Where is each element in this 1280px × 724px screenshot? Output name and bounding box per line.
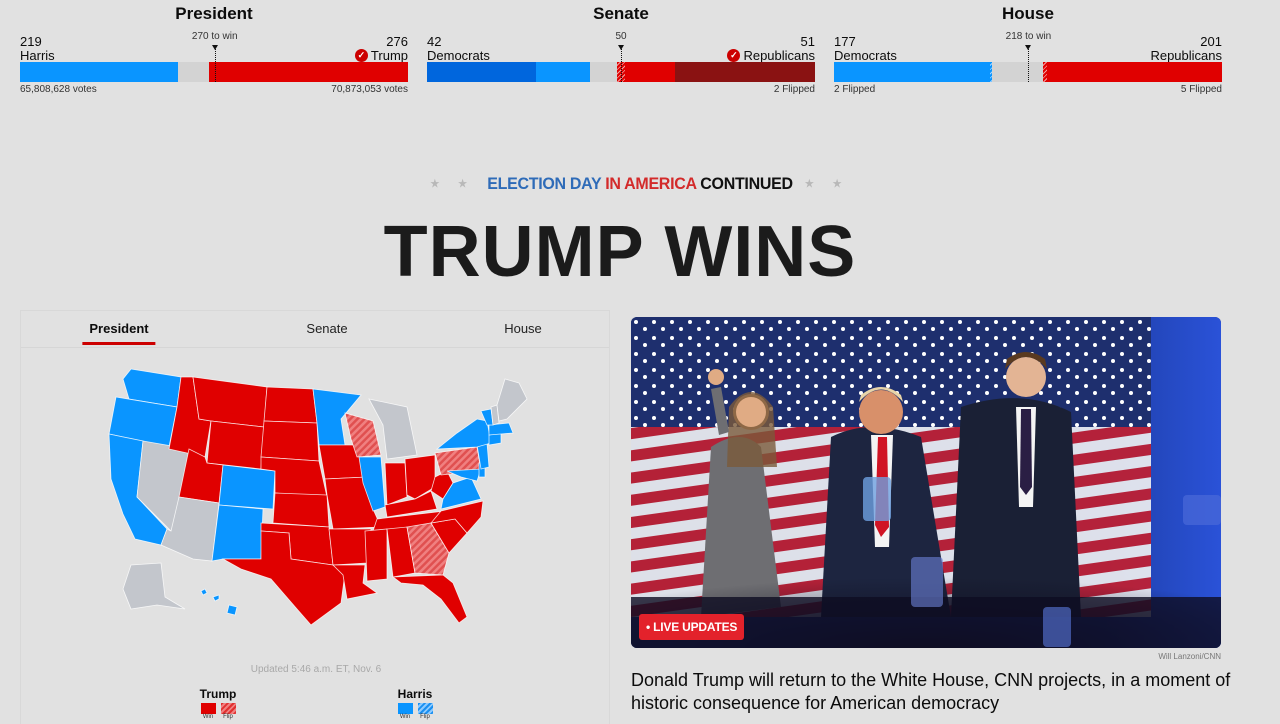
kicker-part-continued: CONTINUED xyxy=(700,175,793,194)
left-footnote: 2 Flipped xyxy=(834,84,876,95)
left-seat-count: 219 xyxy=(20,34,42,49)
bar-segment-undecided xyxy=(178,62,209,82)
threshold-marker xyxy=(618,45,624,82)
winner-check-icon: ✓ xyxy=(727,49,741,62)
legend-trump: Trump Win Flip xyxy=(188,687,248,720)
race-senate[interactable]: Senate 42 Democrats 50 51 ✓ Republicans 2 Flipp… xyxy=(427,0,815,96)
state-SD[interactable] xyxy=(260,420,320,462)
seat-bar xyxy=(834,45,1222,82)
left-party-name: Harris xyxy=(20,48,55,63)
legend-harris-win-label: Win xyxy=(399,714,411,720)
state-AR[interactable] xyxy=(328,528,372,566)
race-president[interactable]: President 219 Harris 270 to win 276 ✓ Trump 65,… xyxy=(20,0,408,96)
bar-segment-rep_hold xyxy=(675,62,815,82)
threshold-label: 218 to win xyxy=(1005,31,1052,42)
bar-segment-rep xyxy=(1047,62,1222,82)
legend-harris: Harris Win Flip xyxy=(385,687,445,720)
state-HI[interactable] xyxy=(200,588,238,616)
bar-segment-dem xyxy=(535,62,590,82)
legend-trump-flip-label: Flip xyxy=(223,714,233,720)
legend-trump-name: Trump xyxy=(199,687,237,701)
bar-segment-dem xyxy=(20,62,178,82)
right-party-name: Trump xyxy=(370,48,408,63)
state-IN[interactable] xyxy=(384,462,408,506)
legend-harris-win-swatch xyxy=(397,703,413,714)
race-tabs: President Senate House xyxy=(21,311,609,348)
hero-photo[interactable]: • LIVE UPDATES xyxy=(631,317,1221,648)
seat-bar xyxy=(427,45,815,82)
bar-segment-rep xyxy=(208,62,408,82)
right-party-name: Republicans xyxy=(743,48,815,63)
state-FL[interactable] xyxy=(391,574,468,624)
stars-icon: ★ ★ xyxy=(804,178,850,191)
story-headline-link[interactable]: Donald Trump will return to the White Ho… xyxy=(631,669,1231,715)
state-MS[interactable] xyxy=(364,528,388,582)
tab-house[interactable]: House xyxy=(504,321,542,336)
rally-photo-illustration xyxy=(631,317,1221,648)
winner-check-icon: ✓ xyxy=(354,49,368,62)
state-WY[interactable] xyxy=(206,420,265,470)
left-party-name: Democrats xyxy=(834,48,897,63)
right-footnote: 70,873,053 votes xyxy=(331,84,408,95)
election-results-page: President 219 Harris 270 to win 276 ✓ Trump 65,… xyxy=(0,0,1280,724)
legend-trump-win-swatch xyxy=(200,703,216,714)
map-updated-timestamp: Updated 5:46 a.m. ET, Nov. 6 xyxy=(250,664,382,675)
right-party-name-wrap: ✓ Republicans xyxy=(727,49,815,62)
threshold-marker xyxy=(1025,45,1032,82)
state-KS[interactable] xyxy=(272,492,330,528)
legend-harris-flip-swatch xyxy=(417,703,433,714)
right-seat-count: 201 xyxy=(1200,34,1222,49)
bar-segment-undecided xyxy=(992,62,1043,82)
legend-harris-name: Harris xyxy=(397,687,433,701)
tab-president[interactable]: President xyxy=(82,321,156,345)
right-footnote: 5 Flipped xyxy=(1180,84,1222,95)
race-house[interactable]: House 177 Democrats 218 to win 201 Republican… xyxy=(834,0,1222,96)
state-ME[interactable] xyxy=(496,378,528,422)
bar-segment-dem_hold xyxy=(427,62,536,82)
threshold-label: 270 to win xyxy=(191,31,238,42)
right-party-name: Republicans xyxy=(1150,48,1222,63)
race-title: House xyxy=(1002,4,1054,23)
kicker-part-election-day: ELECTION DAY xyxy=(487,175,602,194)
kicker-part-in-america: IN AMERICA xyxy=(605,175,697,194)
race-title: President xyxy=(175,4,253,23)
state-AK[interactable] xyxy=(122,562,186,610)
section-kicker[interactable]: ★ ★ ELECTION DAY IN AMERICA CONTINUED ★ … xyxy=(0,176,1280,195)
right-party-name-wrap: ✓ Trump xyxy=(354,48,408,63)
right-seat-count: 51 xyxy=(800,34,815,49)
legend-trump-win-label: Win xyxy=(202,714,214,720)
bar-segment-rep xyxy=(624,62,676,82)
legend-harris-flip-label: Flip xyxy=(420,714,430,720)
state-MT[interactable] xyxy=(192,376,268,428)
live-updates-badge[interactable]: • LIVE UPDATES xyxy=(639,614,745,640)
legend-trump-flip-swatch xyxy=(220,703,236,714)
photo-credit: Will Lanzoni/CNN xyxy=(1158,652,1221,661)
us-electoral-map[interactable] xyxy=(101,359,541,629)
threshold-marker xyxy=(211,45,218,82)
threshold-label: 50 xyxy=(615,31,627,42)
state-ND[interactable] xyxy=(263,386,318,424)
left-footnote: 65,808,628 votes xyxy=(20,84,97,95)
left-seat-count: 177 xyxy=(834,34,856,49)
election-map-panel: President Senate House Updated 5:46 a.m.… xyxy=(20,310,610,724)
race-title: Senate xyxy=(593,4,649,23)
left-seat-count: 42 xyxy=(427,34,442,49)
left-party-name: Democrats xyxy=(427,48,490,63)
bar-segment-dem xyxy=(834,62,991,82)
right-party-name-wrap: Republicans xyxy=(1150,49,1222,62)
right-seat-count: 276 xyxy=(386,34,408,49)
state-CO[interactable] xyxy=(218,464,276,510)
stars-icon: ★ ★ xyxy=(430,178,476,191)
state-NM[interactable] xyxy=(211,504,264,562)
state-NY[interactable] xyxy=(435,418,492,450)
right-footnote: 2 Flipped xyxy=(773,84,815,95)
tab-senate[interactable]: Senate xyxy=(306,321,347,336)
page-headline[interactable]: TRUMP WINS xyxy=(0,210,1240,294)
seat-bar xyxy=(20,45,408,82)
bar-segment-undecided xyxy=(590,62,617,82)
